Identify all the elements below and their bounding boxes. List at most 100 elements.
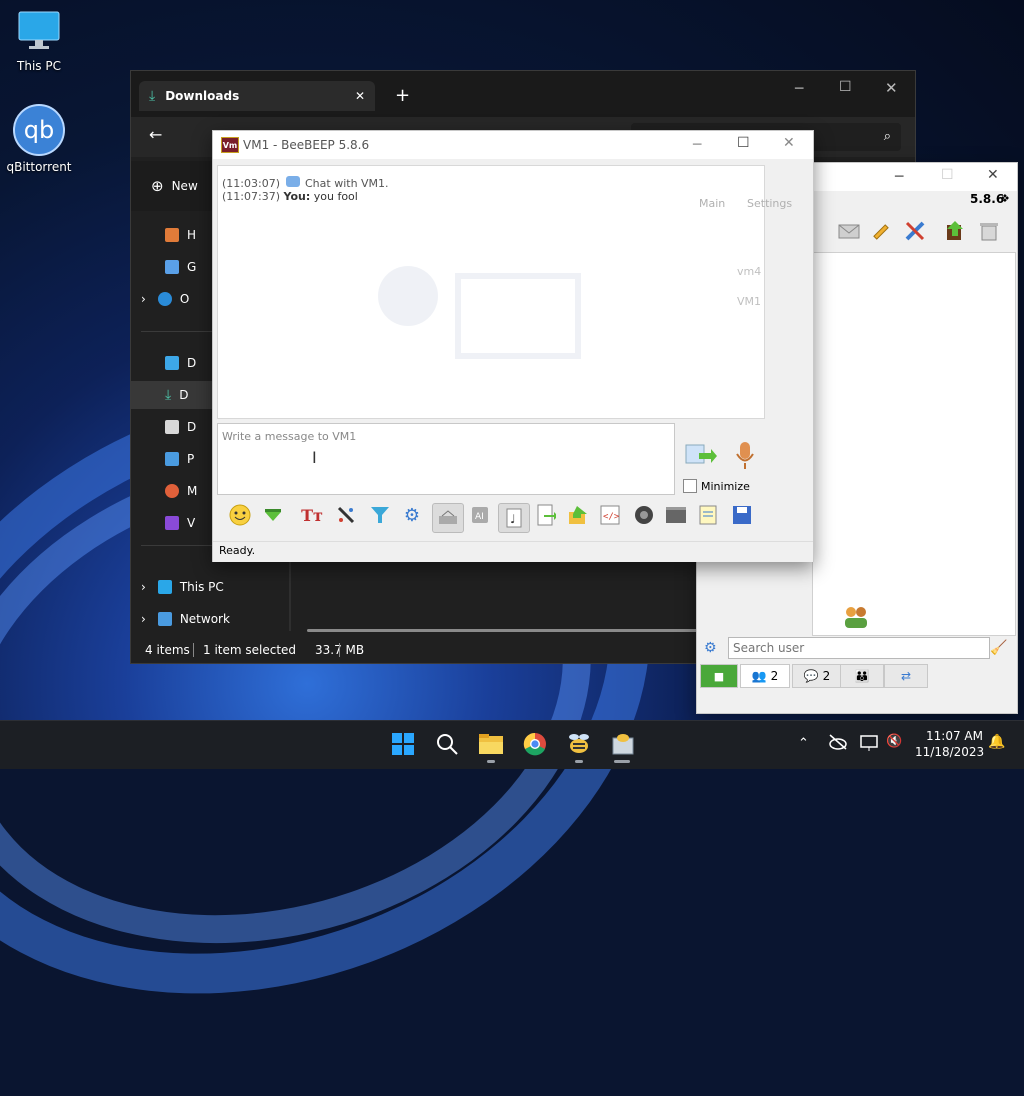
screenshot-icon[interactable] [632, 503, 656, 527]
desktop-icon-this-pc[interactable]: This PC [4, 8, 74, 73]
nudge-icon[interactable] [261, 503, 285, 527]
filter-icon[interactable] [368, 503, 392, 527]
nav-item-this-pc[interactable]: › This PC [141, 577, 224, 597]
desktop-icon-label: This PC [17, 59, 61, 73]
maximize-icon[interactable]: ☐ [737, 135, 750, 151]
pictures-icon [165, 452, 179, 466]
chat-message: (11:03:07) Chat with VM1. [222, 176, 389, 190]
network-status-icon[interactable] [860, 734, 880, 755]
start-icon[interactable] [385, 726, 421, 762]
new-tab-button[interactable]: + [395, 85, 410, 106]
tab-downloads[interactable]: ⤓ Downloads ✕ [139, 81, 375, 111]
desktop-icon-qbittorrent[interactable]: qb qBittorrent [4, 104, 74, 174]
tab-groups[interactable]: 👪 [840, 664, 884, 688]
new-button[interactable]: ⊕ New [151, 177, 198, 195]
network-status-icon: ■ [713, 669, 725, 683]
tab-count: 2 [770, 669, 779, 683]
tab-users[interactable]: 👥 2 [740, 664, 790, 688]
code-icon[interactable]: </> [598, 503, 622, 527]
nav-item-pictures[interactable]: P [165, 449, 194, 469]
nav-item-downloads[interactable]: ⤓ D [165, 385, 188, 405]
clock-time[interactable]: 11:07 AM [919, 729, 983, 743]
floppy-save-icon[interactable] [730, 503, 754, 527]
update-icon[interactable] [942, 218, 968, 244]
nav-item-music[interactable]: M [165, 481, 197, 501]
nav-item-gallery[interactable]: G [165, 257, 196, 277]
minimize-icon[interactable]: ─ [895, 169, 903, 185]
chevron-right-icon: › [141, 292, 146, 306]
chevron-up-icon[interactable]: ⌃ [798, 736, 809, 751]
clear-icon[interactable]: AI [468, 503, 492, 527]
trash-icon[interactable] [976, 218, 1002, 244]
send-file-icon[interactable] [685, 443, 717, 470]
chevron-right-icon: › [141, 612, 146, 626]
documents-icon [165, 420, 179, 434]
message-input[interactable]: Write a message to VM1 I [217, 423, 675, 495]
onedrive-icon [157, 292, 172, 306]
maximize-icon[interactable]: ☐ [941, 167, 954, 183]
windows-flag-icon: ❖ [1000, 192, 1010, 205]
chat-bubble-icon [285, 176, 300, 187]
video-icon[interactable] [664, 503, 688, 527]
file-explorer-icon[interactable] [473, 726, 509, 762]
volume-muted-icon[interactable]: 🔇 [886, 734, 902, 749]
tab-chats[interactable]: 💬 2 [792, 664, 842, 688]
clear-broom-icon[interactable]: 🧹 [990, 640, 1007, 656]
nav-label: D [187, 420, 197, 434]
share-icon: ⇄ [900, 669, 912, 683]
running-indicator [487, 760, 495, 763]
font-icon[interactable]: Tт [300, 503, 324, 527]
mail-icon[interactable] [836, 218, 862, 244]
beebeep-icon[interactable] [561, 726, 597, 762]
user-list[interactable] [812, 252, 1016, 636]
sound-note-icon[interactable]: ♩ [498, 503, 530, 533]
edit-icon[interactable] [868, 218, 894, 244]
nav-item-documents[interactable]: D [165, 417, 196, 437]
export-icon[interactable] [534, 503, 558, 527]
clock-date[interactable]: 11/18/2023 [915, 745, 984, 759]
horizontal-scrollbar[interactable] [307, 629, 707, 632]
nav-item-videos[interactable]: V [165, 513, 195, 533]
save-chat-icon[interactable] [432, 503, 464, 533]
desktop-icon-label: qBittorrent [6, 160, 72, 174]
status-separator [339, 643, 340, 657]
notes-icon[interactable] [696, 503, 720, 527]
microphone-icon[interactable] [735, 441, 755, 474]
chats-icon: 💬 [803, 669, 819, 683]
tab-count: 2 [822, 669, 831, 683]
search-icon[interactable] [429, 726, 465, 762]
monitor-icon [18, 11, 60, 49]
close-icon[interactable]: ✕ [885, 79, 898, 97]
cloud-offline-icon[interactable] [828, 734, 848, 753]
minimize-icon[interactable]: ─ [795, 81, 803, 97]
tab-share[interactable]: ⇄ [884, 664, 928, 688]
nav-item-home[interactable]: H [165, 225, 196, 245]
plus-circle-icon: ⊕ [151, 177, 164, 195]
search-user-input[interactable] [728, 637, 990, 659]
settings-gear-icon[interactable]: ⚙ [704, 640, 717, 656]
chat-transcript[interactable]: (11:03:07) Chat with VM1. (11:07:37) You… [217, 165, 765, 419]
tab-network-status[interactable]: ■ [700, 664, 738, 688]
network-icon [157, 612, 172, 626]
chrome-icon[interactable] [517, 726, 553, 762]
tab-close-icon[interactable]: ✕ [355, 89, 365, 103]
minimize-checkbox[interactable] [683, 479, 697, 493]
send-folder-icon[interactable] [566, 503, 590, 527]
minimize-icon[interactable]: ─ [693, 137, 701, 153]
nav-item-network[interactable]: › Network [141, 609, 230, 629]
nav-label: V [187, 516, 196, 530]
close-icon[interactable]: ✕ [783, 135, 795, 151]
close-icon[interactable]: ✕ [987, 167, 999, 183]
users-icon: 👥 [751, 669, 767, 683]
beebeep-net-icon[interactable] [605, 726, 641, 762]
nav-item-desktop[interactable]: D [165, 353, 196, 373]
notification-bell-icon[interactable]: 🔔 [988, 734, 1005, 750]
color-brush-icon[interactable] [334, 503, 358, 527]
emoticon-icon[interactable] [228, 503, 252, 527]
nav-item-onedrive[interactable]: › O [141, 289, 189, 309]
status-selected: 1 item selected [203, 643, 297, 657]
tools-icon[interactable] [902, 218, 928, 244]
back-arrow-icon[interactable]: ← [149, 125, 162, 144]
maximize-icon[interactable]: ☐ [839, 79, 852, 95]
settings-gear-icon[interactable]: ⚙ [400, 503, 424, 527]
